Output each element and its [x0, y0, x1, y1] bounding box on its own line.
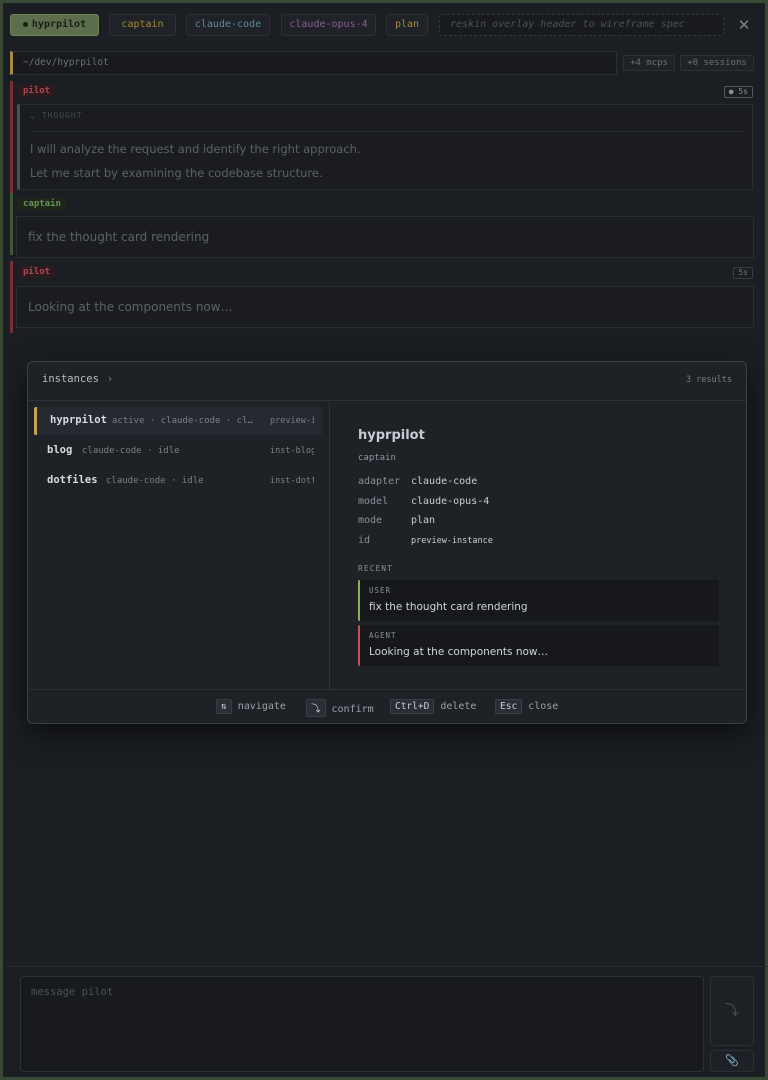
thought-line: Let me start by examining the codebase s…	[30, 166, 323, 180]
kbd-key: Esc	[495, 699, 523, 714]
instance-list: hyprpilot active · claude-code · claude-…	[28, 402, 330, 689]
speaker-label-pilot: pilot	[18, 266, 56, 278]
instance-id: preview-instance	[270, 416, 314, 426]
overlay-header: hyprpilot captain claude-code claude-opu…	[9, 14, 761, 38]
mcps-pill[interactable]: +4 mcps	[623, 55, 675, 71]
speaker-label-pilot: pilot	[18, 85, 56, 97]
chevron-down-icon: ⌄	[30, 111, 36, 120]
field-value: plan	[411, 515, 436, 526]
instance-name: dotfiles	[47, 474, 98, 486]
divider	[6, 966, 768, 967]
detail-field: adapter claude-code	[358, 476, 477, 487]
detail-name: hyprpilot	[358, 428, 425, 443]
hint-delete: Ctrl+D delete	[390, 699, 476, 714]
speaker-label-captain: captain	[18, 198, 66, 210]
agent-message: Looking at the components now…	[16, 286, 754, 328]
detail-field: model claude-opus-4	[358, 496, 489, 507]
instance-chip[interactable]: hyprpilot	[10, 14, 99, 36]
breadcrumb[interactable]: instances ›	[42, 373, 113, 385]
thought-label: THOUGHT	[41, 111, 83, 120]
hint-label: navigate	[237, 701, 286, 712]
turn-timer: ● 5s	[723, 86, 753, 98]
instance-row[interactable]: dotfiles claude-code · idle inst-dotfile…	[34, 467, 322, 495]
recent-role: USER	[369, 586, 392, 595]
chevron-right-icon: ›	[106, 373, 114, 385]
turn-rail	[10, 261, 13, 333]
user-message: fix the thought card rendering	[16, 216, 754, 258]
detail-field: mode plan	[358, 515, 435, 526]
close-icon[interactable]: ✕	[735, 14, 753, 36]
instances-palette: instances › 3 results hyprpilot active · …	[27, 361, 747, 724]
instance-row[interactable]: hyprpilot active · claude-code · claude-…	[34, 407, 322, 435]
recent-agent-message: AGENT Looking at the components now…	[358, 625, 719, 666]
instance-row[interactable]: blog claude-code · idle inst-blog	[34, 437, 322, 465]
instance-id: inst-blog	[270, 446, 314, 456]
field-key: mode	[358, 515, 383, 526]
enter-key-icon: ⤵	[306, 699, 326, 717]
instance-detail: hyprpilot captain adapter claude-code mod…	[331, 402, 746, 689]
status-dot-icon	[22, 21, 28, 27]
result-count: 3 results	[685, 375, 732, 385]
hint-label: confirm	[331, 704, 374, 715]
recent-user-message: USER fix the thought card rendering	[358, 580, 719, 621]
hint-label: delete	[440, 701, 477, 712]
send-button[interactable]: ⤵	[710, 976, 754, 1046]
instance-chip-label: hyprpilot	[31, 19, 87, 30]
field-value: claude-code	[411, 476, 478, 487]
adapter-chip[interactable]: claude-code	[186, 14, 270, 36]
field-key: model	[358, 496, 389, 507]
thought-line: I will analyze the request and identify …	[30, 142, 361, 156]
instance-name: hyprpilot	[50, 414, 107, 426]
session-title[interactable]: reskin overlay header to wireframe spec	[439, 14, 724, 36]
breadcrumb-label: instances	[42, 373, 99, 385]
field-value: claude-opus-4	[411, 496, 490, 507]
mode-chip[interactable]: plan	[386, 14, 428, 36]
recent-label: RECENT	[358, 564, 393, 573]
cwd-path[interactable]: ~/dev/hyprpilot	[10, 51, 617, 75]
message-input[interactable]: message pilot	[20, 976, 704, 1072]
recent-text: fix the thought card rendering	[369, 601, 528, 613]
model-chip[interactable]: claude-opus-4	[281, 14, 376, 36]
field-value: preview-instance	[411, 536, 493, 546]
app-window: hyprpilot captain claude-code claude-opu…	[0, 0, 768, 1080]
instance-meta: active · claude-code · claude-opus-4	[112, 416, 258, 426]
instance-id: inst-dotfiles	[270, 476, 314, 486]
detail-field: id preview-instance	[358, 535, 493, 546]
palette-footer: ⇅ navigate ⤵ confirm Ctrl+D delete Esc close	[28, 689, 746, 724]
instance-name: blog	[47, 444, 73, 456]
palette-header: instances › 3 results	[28, 362, 746, 401]
thought-toggle[interactable]: ⌄ THOUGHT	[30, 111, 83, 120]
divider	[28, 131, 744, 132]
turn-timer: 5s	[733, 267, 753, 279]
sessions-pill[interactable]: +0 sessions	[680, 55, 754, 71]
instance-meta: claude-code · idle	[106, 476, 204, 486]
turn-rail	[10, 193, 13, 255]
turn-timer-value: 5s	[738, 87, 748, 96]
recent-text: Looking at the components now…	[369, 646, 549, 658]
hint-confirm: ⤵ confirm	[306, 699, 374, 717]
paperclip-icon[interactable]: 📎	[710, 1050, 754, 1072]
role-chip[interactable]: captain	[109, 14, 176, 36]
sort-arrows-icon: ⇅	[216, 699, 232, 714]
hint-label: close	[528, 701, 559, 712]
field-key: id	[358, 535, 371, 546]
thought-card[interactable]: ⌄ THOUGHT I will analyze the request and …	[17, 104, 753, 190]
hint-close: Esc close	[495, 699, 558, 714]
instance-meta: claude-code · idle	[82, 446, 180, 456]
transcript: pilot ● 5s ⌄ THOUGHT I will analyze the r…	[10, 81, 756, 333]
hint-navigate: ⇅ navigate	[216, 699, 286, 714]
field-key: adapter	[358, 476, 401, 487]
kbd-key: Ctrl+D	[390, 699, 435, 714]
detail-role: captain	[358, 453, 396, 463]
turn-rail	[10, 81, 13, 193]
recent-role: AGENT	[369, 631, 397, 640]
